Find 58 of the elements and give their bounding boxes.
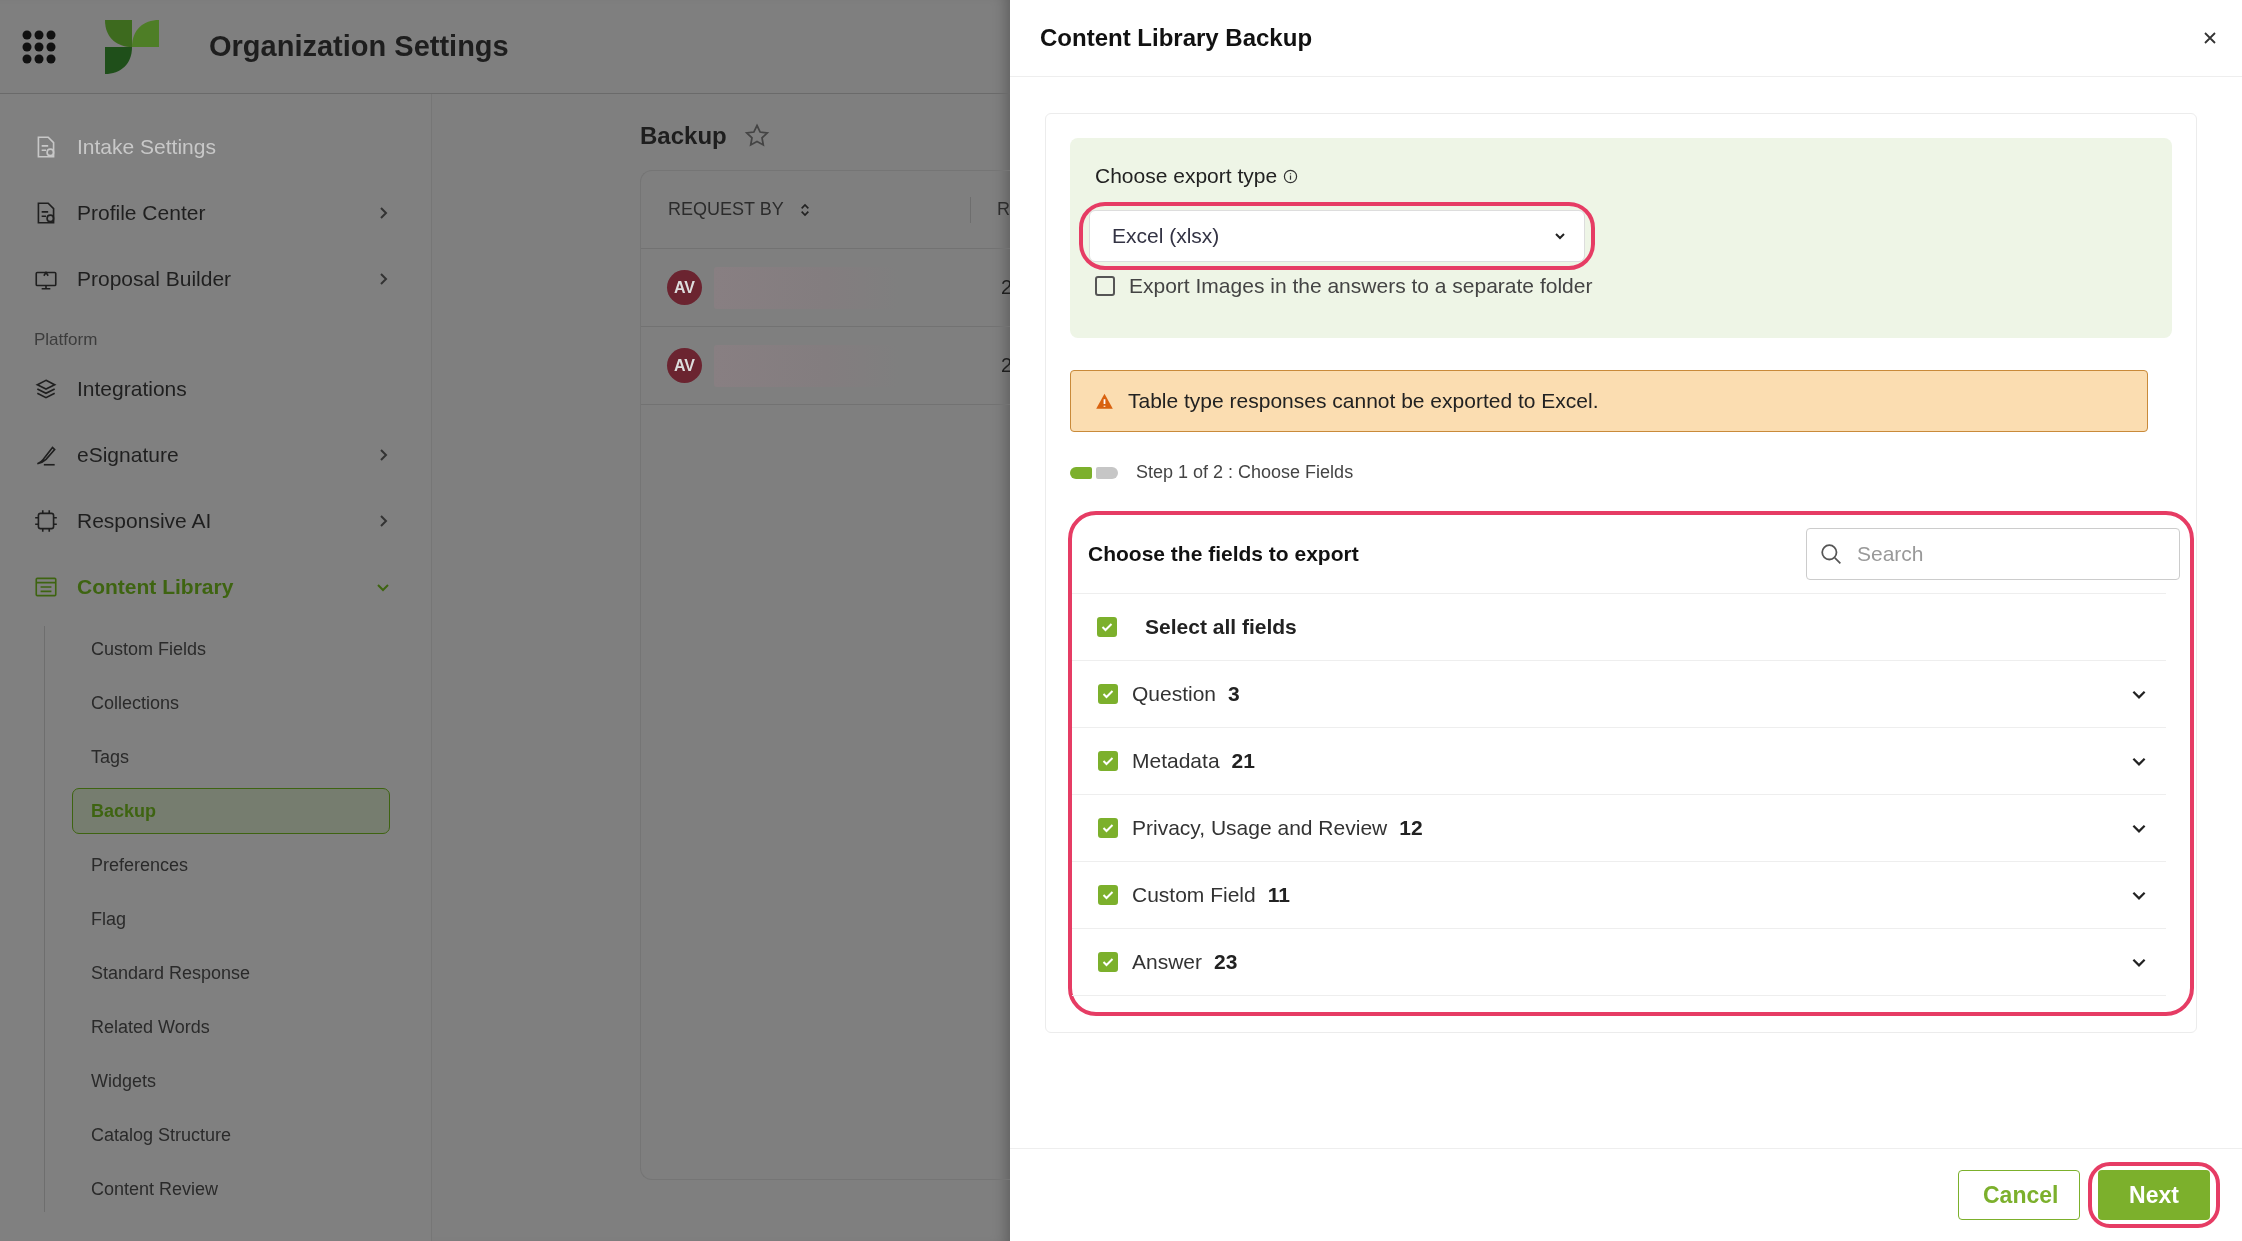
sidebar-item[interactable]: Profile Center: [0, 180, 431, 246]
checkbox[interactable]: [1095, 276, 1115, 296]
field-group-label: Privacy, Usage and Review: [1132, 816, 1388, 840]
sidebar-section-label: Platform: [33, 329, 99, 351]
column-header[interactable]: REQUEST BY: [668, 199, 784, 220]
avatar: AV: [667, 270, 702, 305]
cancel-button[interactable]: Cancel: [1958, 1170, 2080, 1220]
checkbox[interactable]: [1098, 818, 1118, 838]
drawer-title: Content Library Backup: [1040, 24, 1313, 52]
field-count: 12: [1399, 816, 1424, 840]
app-grid-icon[interactable]: [21, 28, 57, 65]
checkbox[interactable]: [1098, 885, 1118, 905]
sidebar-item[interactable]: Integrations: [0, 356, 431, 422]
sidebar-item[interactable]: eSignature: [0, 422, 431, 488]
field-count: 3: [1228, 682, 1241, 706]
sidebar-subitem[interactable]: Preferences: [72, 842, 390, 888]
logo-icon: [105, 19, 159, 74]
next-button[interactable]: Next: [2098, 1170, 2210, 1220]
sidebar-item[interactable]: Proposal Builder: [0, 246, 431, 312]
sidebar-subitem[interactable]: Catalog Structure: [72, 1112, 390, 1158]
sidebar-item[interactable]: Responsive AI: [0, 488, 431, 554]
field-group-label: Custom Field: [1132, 883, 1256, 907]
field-count: 23: [1214, 950, 1239, 974]
step-indicator: [1070, 466, 1118, 479]
sidebar-subitem[interactable]: Custom Fields: [72, 626, 390, 672]
search-icon: [1820, 543, 1842, 565]
checkbox[interactable]: [1097, 617, 1117, 637]
close-icon[interactable]: [2202, 30, 2218, 46]
sidebar-subitem[interactable]: Content Review: [72, 1166, 390, 1212]
step-label: Step 1 of 2 : Choose Fields: [1136, 462, 1354, 483]
section-title: Choose the fields to export: [1088, 542, 1359, 566]
avatar: AV: [667, 348, 702, 383]
checkbox-label: Export Images in the answers to a separate folder: [1129, 274, 1593, 298]
sidebar-subitem[interactable]: Tags: [72, 734, 390, 780]
sidebar-subitem[interactable]: Standard Response: [72, 950, 390, 996]
sidebar-subitem[interactable]: Related Words: [72, 1004, 390, 1050]
checkbox[interactable]: [1098, 684, 1118, 704]
chip-icon: [33, 508, 59, 534]
warning-icon: [1095, 391, 1114, 411]
field-group-label: Metadata: [1132, 749, 1220, 773]
info-icon[interactable]: [1283, 168, 1299, 184]
checkbox-label: Select all fields: [1145, 615, 1297, 639]
sidebar-subitem[interactable]: Widgets: [72, 1058, 390, 1104]
field-count: 11: [1267, 883, 1291, 907]
sidebar-subitem[interactable]: Flag: [72, 896, 390, 942]
checkbox[interactable]: [1098, 952, 1118, 972]
search-field[interactable]: Search: [1806, 528, 2180, 580]
field-count: 21: [1231, 749, 1256, 773]
field-group-label: Question: [1132, 682, 1217, 706]
warning-text: Table type responses cannot be exported to Excel.: [1128, 389, 1599, 413]
export-type-select[interactable]: Excel (xlsx): [1089, 210, 1585, 262]
page-title: Backup: [640, 122, 727, 150]
column-header[interactable]: R: [997, 199, 1010, 219]
sidebar-subitem[interactable]: Collections: [72, 680, 390, 726]
field-label: Choose export type: [1095, 164, 1278, 188]
checkbox[interactable]: [1098, 751, 1118, 771]
app-title: Organization Settings: [209, 30, 509, 63]
field-group-label: Answer: [1132, 950, 1203, 974]
